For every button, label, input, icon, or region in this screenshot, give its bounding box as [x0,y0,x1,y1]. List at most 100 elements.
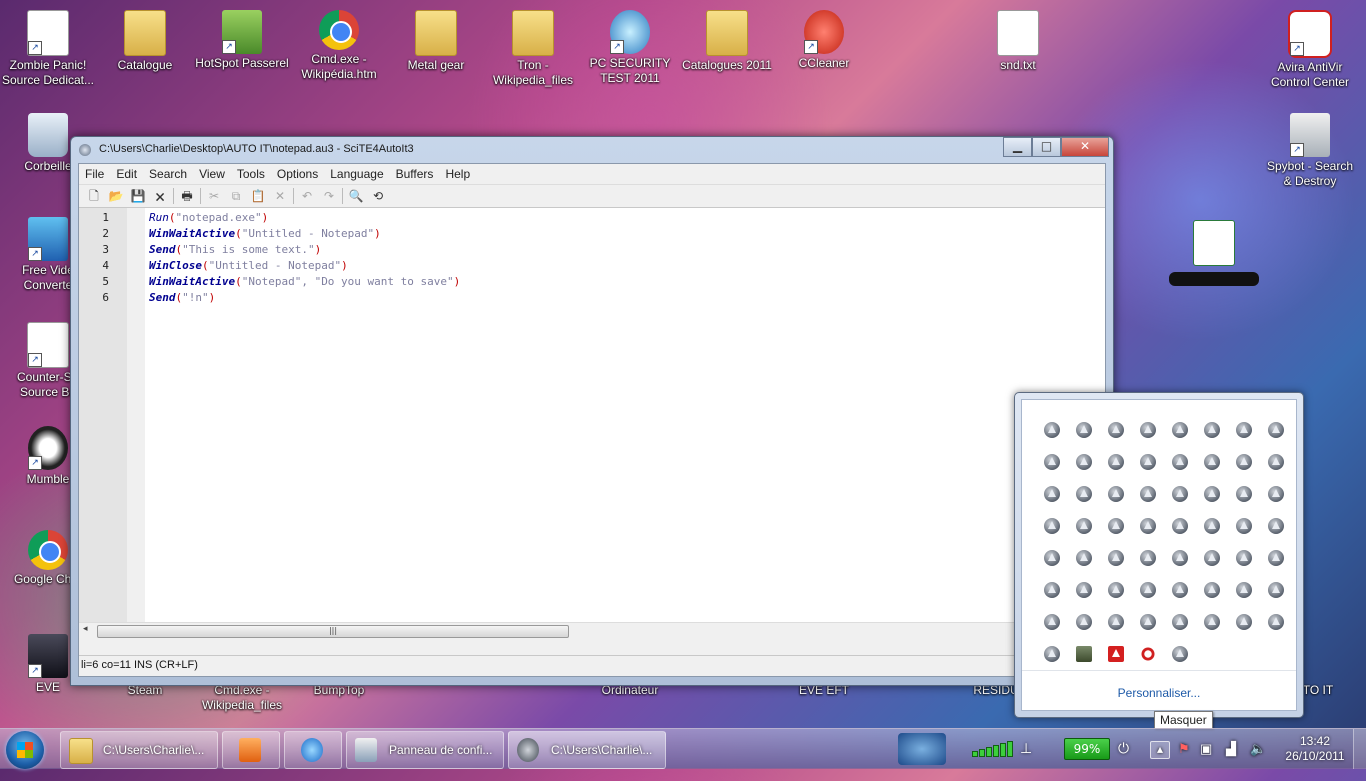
close-button[interactable]: ✕ [1061,137,1109,157]
autoit-tray-icon[interactable] [1140,582,1156,598]
desktop-icon-metal-gear[interactable]: Metal gear [388,10,484,73]
power-plug-icon[interactable]: ⏻ [1118,740,1129,780]
menu-edit[interactable]: Edit [110,164,143,184]
autoit-tray-icon[interactable] [1204,518,1220,534]
autoit-tray-icon[interactable] [1044,422,1060,438]
autoit-tray-icon[interactable] [1076,550,1092,566]
autoit-tray-icon[interactable] [1108,486,1124,502]
autoit-tray-icon[interactable] [1044,454,1060,470]
autoit-tray-icon[interactable] [1140,550,1156,566]
autoit-tray-icon[interactable] [1172,518,1188,534]
taskbar-button-explorer[interactable]: C:\Users\Charlie\... [60,731,218,769]
show-desktop-button[interactable] [1353,729,1366,769]
scite-app-icon[interactable] [79,144,91,156]
autoit-tray-icon[interactable] [1268,550,1284,566]
autoit-tray-icon[interactable] [1044,582,1060,598]
desktop-icon-avira[interactable]: ↗ Avira AntiVir Control Center [1262,10,1358,90]
autoit-tray-icon[interactable] [1172,614,1188,630]
autoit-tray-icon[interactable] [1236,614,1252,630]
autoit-tray-icon[interactable] [1268,486,1284,502]
open-folder-icon[interactable]: 📂 [107,188,125,204]
device-icon[interactable]: ▣ [1200,741,1212,781]
autoit-tray-icon[interactable] [1268,518,1284,534]
autoit-tray-icon[interactable] [1044,614,1060,630]
network-status-icon[interactable]: ▟ [1226,741,1236,781]
autoit-tray-icon[interactable] [1044,486,1060,502]
scite-window[interactable]: C:\Users\Charlie\Desktop\AUTO IT\notepad… [70,136,1114,686]
desktop-icon-excel[interactable] [1166,220,1262,286]
autoit-tray-icon[interactable] [1268,582,1284,598]
taskbar-button-scite[interactable]: C:\Users\Charlie\... [508,731,666,769]
menu-language[interactable]: Language [324,164,389,184]
autoit-tray-icon[interactable] [1076,614,1092,630]
autoit-tray-icon[interactable] [1268,614,1284,630]
desktop-icon-catalogue[interactable]: Catalogue [97,10,193,73]
autoit-tray-icon[interactable] [1076,518,1092,534]
autoit-tray-icon[interactable] [1108,518,1124,534]
redo-icon[interactable]: ↷ [320,188,338,204]
desktop-icon-catalogues-2011[interactable]: Catalogues 2011 [679,10,775,73]
menu-help[interactable]: Help [439,164,476,184]
undo-icon[interactable]: ↶ [298,188,316,204]
autoit-tray-icon[interactable] [1108,454,1124,470]
clock[interactable]: 13:42 26/10/2011 [1280,734,1350,774]
autoit-tray-icon[interactable] [1140,454,1156,470]
autoit-tray-icon[interactable] [1204,454,1220,470]
autoit-tray-icon[interactable] [1236,454,1252,470]
menu-tools[interactable]: Tools [231,164,271,184]
autoit-tray-icon[interactable] [1108,614,1124,630]
menu-options[interactable]: Options [271,164,324,184]
autoit-tray-icon[interactable] [1204,582,1220,598]
action-center-icon[interactable]: ⚑ [1178,741,1190,781]
window-titlebar[interactable]: C:\Users\Charlie\Desktop\AUTO IT\notepad… [71,137,1113,163]
copy-icon[interactable]: ⧉ [227,188,245,204]
autoit-tray-icon[interactable] [1044,550,1060,566]
customize-link[interactable]: Personnaliser... [1022,686,1296,700]
autoit-tray-icon[interactable] [1044,646,1060,662]
autoit-tray-icon[interactable] [1140,614,1156,630]
maximize-button[interactable]: □ [1032,137,1061,157]
scroll-left-icon[interactable]: ◂ [83,624,88,634]
autoit-tray-icon[interactable] [1236,550,1252,566]
scrollbar-thumb[interactable]: ||| [97,625,569,638]
new-file-icon[interactable]: 🗋 [85,188,103,204]
autoit-tray-icon[interactable] [1108,550,1124,566]
autoit-tray-icon[interactable] [1172,486,1188,502]
autoit-tray-icon[interactable] [1172,454,1188,470]
desktop-icon-zombie-panic[interactable]: ↗ Zombie Panic! Source Dedicat... [0,10,96,88]
autoit-tray-icon[interactable] [1268,454,1284,470]
network-gadget-icon[interactable] [898,733,946,765]
print-icon[interactable]: 🖶 [178,188,196,204]
autoit-tray-icon[interactable] [1172,582,1188,598]
show-hidden-icons-button[interactable]: ▴ [1150,741,1170,759]
autoit-tray-icon[interactable] [1076,486,1092,502]
autoit-tray-icon[interactable] [1236,486,1252,502]
minimize-button[interactable]: ▁ [1003,137,1032,157]
autoit-tray-icon[interactable] [1108,422,1124,438]
menu-view[interactable]: View [193,164,231,184]
autoit-tray-icon[interactable] [1044,518,1060,534]
taskbar-button-control-panel[interactable]: Panneau de confi... [346,731,504,769]
volume-icon[interactable]: 🔈 [1250,741,1266,781]
signal-strength-icon[interactable] [972,741,1013,757]
autoit-tray-icon[interactable] [1204,486,1220,502]
save-icon[interactable]: 💾 [129,188,147,204]
menu-buffers[interactable]: Buffers [390,164,440,184]
autoit-tray-icon[interactable] [1172,422,1188,438]
desktop-icon-snd-txt[interactable]: snd.txt [970,10,1066,73]
autoit-tray-icon[interactable] [1236,422,1252,438]
wireless-icon[interactable]: ⊥ [1020,740,1032,780]
autoit-tray-icon[interactable] [1236,582,1252,598]
autoit-tray-icon[interactable] [1236,518,1252,534]
battery-indicator[interactable]: 99% [1064,738,1110,760]
taskbar-button-internet-explorer[interactable] [284,731,342,769]
autoit-tray-icon[interactable] [1140,518,1156,534]
autoit-tray-icon[interactable] [1204,550,1220,566]
autoit-tray-icon[interactable] [1268,422,1284,438]
desktop-icon-tron[interactable]: Tron - Wikipedia_files [485,10,581,88]
autoit-tray-icon[interactable] [1108,582,1124,598]
horizontal-scrollbar[interactable]: ◂ ||| [79,622,1105,639]
autoit-tray-icon[interactable] [1076,422,1092,438]
menu-search[interactable]: Search [143,164,193,184]
desktop-icon-pc-security[interactable]: ↗ PC SECURITY TEST 2011 [582,10,678,86]
